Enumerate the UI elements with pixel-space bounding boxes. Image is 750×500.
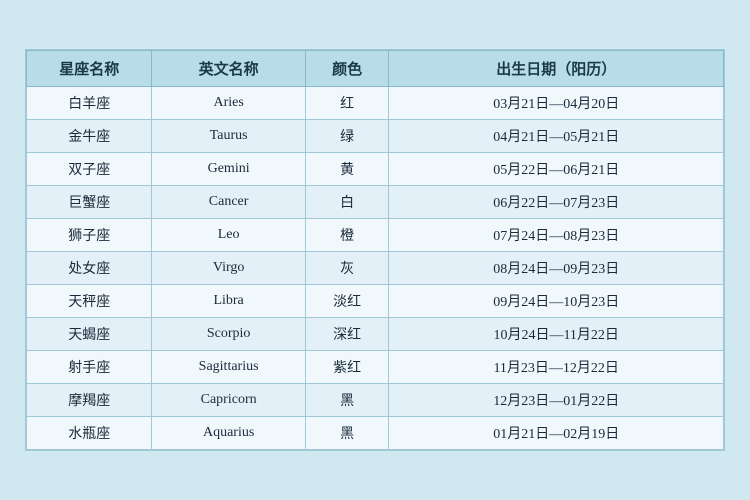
cell-chinese: 狮子座 (27, 219, 152, 252)
cell-color: 白 (305, 186, 389, 219)
cell-date: 05月22日—06月21日 (389, 153, 724, 186)
header-chinese: 星座名称 (27, 51, 152, 87)
cell-english: Sagittarius (152, 351, 305, 384)
cell-chinese: 白羊座 (27, 87, 152, 120)
table-row: 处女座Virgo灰08月24日—09月23日 (27, 252, 724, 285)
cell-color: 深红 (305, 318, 389, 351)
cell-english: Taurus (152, 120, 305, 153)
cell-date: 03月21日—04月20日 (389, 87, 724, 120)
table-row: 天蝎座Scorpio深红10月24日—11月22日 (27, 318, 724, 351)
cell-english: Cancer (152, 186, 305, 219)
cell-date: 01月21日—02月19日 (389, 417, 724, 450)
table-row: 天秤座Libra淡红09月24日—10月23日 (27, 285, 724, 318)
cell-color: 橙 (305, 219, 389, 252)
cell-chinese: 双子座 (27, 153, 152, 186)
table-row: 金牛座Taurus绿04月21日—05月21日 (27, 120, 724, 153)
zodiac-table: 星座名称 英文名称 颜色 出生日期（阳历） 白羊座Aries红03月21日—04… (26, 50, 724, 450)
cell-date: 07月24日—08月23日 (389, 219, 724, 252)
cell-english: Leo (152, 219, 305, 252)
cell-english: Libra (152, 285, 305, 318)
cell-date: 06月22日—07月23日 (389, 186, 724, 219)
cell-color: 紫红 (305, 351, 389, 384)
cell-english: Aries (152, 87, 305, 120)
cell-chinese: 天秤座 (27, 285, 152, 318)
cell-english: Gemini (152, 153, 305, 186)
cell-chinese: 水瓶座 (27, 417, 152, 450)
cell-chinese: 摩羯座 (27, 384, 152, 417)
cell-color: 黑 (305, 417, 389, 450)
header-date: 出生日期（阳历） (389, 51, 724, 87)
cell-color: 黄 (305, 153, 389, 186)
header-english: 英文名称 (152, 51, 305, 87)
cell-color: 绿 (305, 120, 389, 153)
cell-chinese: 射手座 (27, 351, 152, 384)
zodiac-table-container: 星座名称 英文名称 颜色 出生日期（阳历） 白羊座Aries红03月21日—04… (25, 49, 725, 451)
cell-chinese: 巨蟹座 (27, 186, 152, 219)
cell-date: 10月24日—11月22日 (389, 318, 724, 351)
cell-color: 淡红 (305, 285, 389, 318)
cell-date: 08月24日—09月23日 (389, 252, 724, 285)
table-row: 水瓶座Aquarius黑01月21日—02月19日 (27, 417, 724, 450)
cell-chinese: 金牛座 (27, 120, 152, 153)
cell-english: Scorpio (152, 318, 305, 351)
cell-english: Capricorn (152, 384, 305, 417)
cell-chinese: 处女座 (27, 252, 152, 285)
table-header-row: 星座名称 英文名称 颜色 出生日期（阳历） (27, 51, 724, 87)
header-color: 颜色 (305, 51, 389, 87)
cell-date: 09月24日—10月23日 (389, 285, 724, 318)
cell-date: 11月23日—12月22日 (389, 351, 724, 384)
cell-date: 12月23日—01月22日 (389, 384, 724, 417)
cell-english: Virgo (152, 252, 305, 285)
cell-english: Aquarius (152, 417, 305, 450)
table-row: 射手座Sagittarius紫红11月23日—12月22日 (27, 351, 724, 384)
cell-color: 灰 (305, 252, 389, 285)
cell-chinese: 天蝎座 (27, 318, 152, 351)
cell-color: 黑 (305, 384, 389, 417)
cell-date: 04月21日—05月21日 (389, 120, 724, 153)
table-row: 摩羯座Capricorn黑12月23日—01月22日 (27, 384, 724, 417)
cell-color: 红 (305, 87, 389, 120)
table-row: 白羊座Aries红03月21日—04月20日 (27, 87, 724, 120)
table-row: 双子座Gemini黄05月22日—06月21日 (27, 153, 724, 186)
table-row: 巨蟹座Cancer白06月22日—07月23日 (27, 186, 724, 219)
table-row: 狮子座Leo橙07月24日—08月23日 (27, 219, 724, 252)
